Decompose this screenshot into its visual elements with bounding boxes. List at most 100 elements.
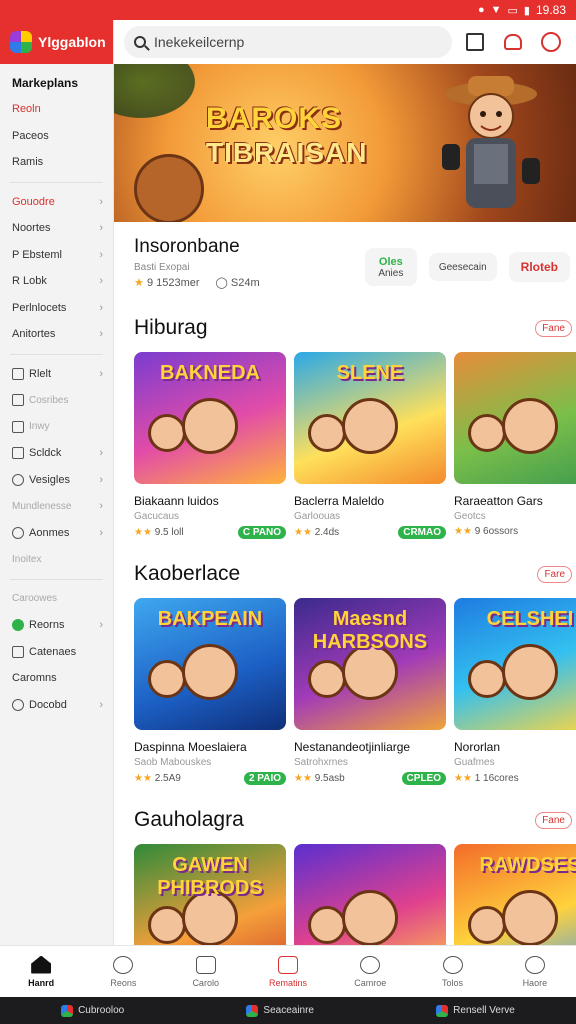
featured-badge[interactable]: Geesecain: [428, 253, 497, 281]
game-card[interactable]: SLENE Baclerra Maleldo Garloouas ★★ 2.4ds CR…: [294, 352, 446, 539]
sidebar-item[interactable]: Scldck ›: [0, 440, 113, 467]
sidebar-item[interactable]: Rlelt ›: [0, 361, 113, 388]
thumbnail-art-text: GAWEN PHIBRODS: [157, 854, 263, 899]
hero-title-line2: TIBRAISAN: [206, 137, 368, 168]
nav-label: Haore: [522, 977, 548, 988]
featured-info: Insoronbane Basti Exopai ★ 9 1523mer ◯ S…: [114, 222, 576, 310]
sidebar-item[interactable]: Inoitex: [0, 546, 113, 573]
game-card[interactable]: [294, 844, 446, 945]
system-nav-item[interactable]: Seaceainre: [246, 1004, 314, 1017]
nav-item-user[interactable]: Reons: [82, 946, 164, 997]
game-thumbnail[interactable]: [294, 844, 446, 945]
sidebar-item-content: Cosribes: [12, 394, 69, 407]
game-thumbnail[interactable]: SLENE: [294, 352, 446, 484]
sidebar-item[interactable]: Vesigles ›: [0, 467, 113, 494]
price-badge[interactable]: 2 PAIO: [243, 772, 286, 785]
game-section: Kaoberlace Fare BAKPEAIN Daspinna Moeslaier…: [114, 556, 576, 802]
circle-icon: [12, 698, 24, 711]
game-rating: ★★ 9.5 loll: [134, 527, 184, 538]
search-input[interactable]: Inekekeilcernp: [124, 26, 452, 58]
sidebar-item[interactable]: Mundlenesse ›: [0, 493, 113, 520]
game-card[interactable]: Maesnd HARBSONS Nestanandeotjinliarge Satr…: [294, 598, 446, 785]
character-face-small: [148, 414, 186, 452]
game-thumbnail[interactable]: RAWDSES: [454, 844, 576, 945]
price-badge[interactable]: CPLEO: [401, 772, 446, 785]
game-thumbnail[interactable]: BAKNEDA: [134, 352, 286, 484]
cart-button[interactable]: [498, 27, 528, 57]
game-thumbnail[interactable]: [454, 352, 576, 484]
sidebar-item[interactable]: Caromns: [0, 665, 113, 692]
nav-item-group[interactable]: Carolo: [165, 946, 247, 997]
section-title: Kaoberlace: [134, 562, 241, 585]
character-face-small: [468, 414, 506, 452]
nav-item-home[interactable]: Hanrd: [0, 946, 82, 997]
sidebar-item[interactable]: Perlnlocets ›: [0, 295, 113, 322]
sidebar-item[interactable]: Gouodre ›: [0, 189, 113, 216]
game-thumbnail[interactable]: BAKPEAIN: [134, 598, 286, 730]
game-card[interactable]: RAWDSES: [454, 844, 576, 945]
sidebar-item-content: Scldck: [12, 447, 61, 460]
sidebar-item-label: Catenaes: [29, 645, 77, 658]
sidebar-divider: [10, 181, 103, 183]
game-card[interactable]: BAKPEAIN Daspinna Moeslaiera Saob Mabouske…: [134, 598, 286, 785]
sidebar-item[interactable]: Reoln: [0, 96, 113, 123]
game-thumbnail[interactable]: GAWEN PHIBRODS: [134, 844, 286, 945]
hero-banner[interactable]: BAROKS TIBRAISAN: [114, 64, 576, 222]
section-more-button[interactable]: Fane: [535, 320, 572, 337]
character-face-small: [308, 414, 346, 452]
sidebar-item[interactable]: Inwy: [0, 414, 113, 441]
circle-icon: [12, 526, 24, 539]
bookmark-button[interactable]: [460, 27, 490, 57]
sidebar-item[interactable]: P Ebsteml ›: [0, 242, 113, 269]
system-nav-item[interactable]: Cubrooloo: [61, 1004, 125, 1017]
sidebar-item-content: Caromns: [12, 672, 57, 684]
price-badge[interactable]: C PANO: [237, 526, 286, 539]
featured-size-value: S24m: [230, 277, 260, 289]
sidebar-item[interactable]: Caroowes: [0, 586, 113, 613]
game-rating: ★★ 9.5asb: [294, 773, 345, 784]
featured-badge-green[interactable]: Oles Anies: [364, 248, 417, 286]
chevron-right-icon: ›: [99, 195, 103, 208]
nav-item-gamepad[interactable]: Camroe: [329, 946, 411, 997]
sidebar-item[interactable]: Aonmes ›: [0, 520, 113, 547]
sidebar-item[interactable]: Anitortes ›: [0, 321, 113, 348]
sidebar-item-content: Perlnlocets: [12, 302, 66, 314]
sidebar-item[interactable]: Catenaes: [0, 639, 113, 666]
card-row: BAKNEDA Biakaann luidos Gacucaus ★★ 9.5 lol…: [134, 352, 576, 539]
game-rating: ★★ 2.4ds: [294, 527, 339, 538]
game-thumbnail[interactable]: CELSHEI: [454, 598, 576, 730]
brand-header[interactable]: Ylggablon: [0, 20, 113, 64]
square-icon: [12, 420, 24, 433]
bottom-navigation: Hanrd Reons Carolo Rematins Camroe Tolos Haore: [0, 945, 576, 997]
nav-item-gift[interactable]: Rematins: [247, 946, 329, 997]
section-more-button[interactable]: Fare: [537, 566, 572, 583]
sidebar-item[interactable]: Reorns ›: [0, 612, 113, 639]
sidebar-item-label: Docobd: [29, 698, 67, 711]
gift-icon: [277, 955, 298, 974]
featured-action-button[interactable]: Rloteb: [508, 252, 570, 282]
price-badge[interactable]: CRMAO: [398, 526, 446, 539]
nav-item-profile[interactable]: Haore: [494, 946, 576, 997]
star-icon: ★: [134, 277, 144, 289]
section-more-button[interactable]: Fane: [535, 812, 572, 829]
sidebar-item[interactable]: Cosribes: [0, 387, 113, 414]
game-card[interactable]: BAKNEDA Biakaann luidos Gacucaus ★★ 9.5 lol…: [134, 352, 286, 539]
system-nav-label: Cubrooloo: [78, 1005, 125, 1016]
sidebar-item[interactable]: Noortes ›: [0, 215, 113, 242]
system-nav-item[interactable]: Rensell Verve: [436, 1004, 515, 1017]
sidebar-item[interactable]: Docobd ›: [0, 692, 113, 719]
sidebar-item[interactable]: Ramis: [0, 149, 113, 176]
sidebar-title: Markeplans: [12, 76, 79, 90]
sidebar-item-label: Paceos: [12, 129, 49, 142]
star-icon: ★★: [134, 527, 152, 538]
sidebar-item[interactable]: Paceos: [0, 123, 113, 150]
sidebar-item-content: R Lobk: [12, 275, 47, 287]
game-card[interactable]: GAWEN PHIBRODS: [134, 844, 286, 945]
nav-item-clock[interactable]: Tolos: [411, 946, 493, 997]
game-card[interactable]: CELSHEI Nororlan Guafmes ★★ 1 16coresC: [454, 598, 576, 785]
profile-button[interactable]: [536, 27, 566, 57]
game-thumbnail[interactable]: Maesnd HARBSONS: [294, 598, 446, 730]
sidebar-item-label: Cosribes: [29, 394, 69, 406]
game-card[interactable]: Raraeatton Gars Geotcs ★★ 9 6ossors: [454, 352, 576, 539]
sidebar-item[interactable]: R Lobk ›: [0, 268, 113, 295]
